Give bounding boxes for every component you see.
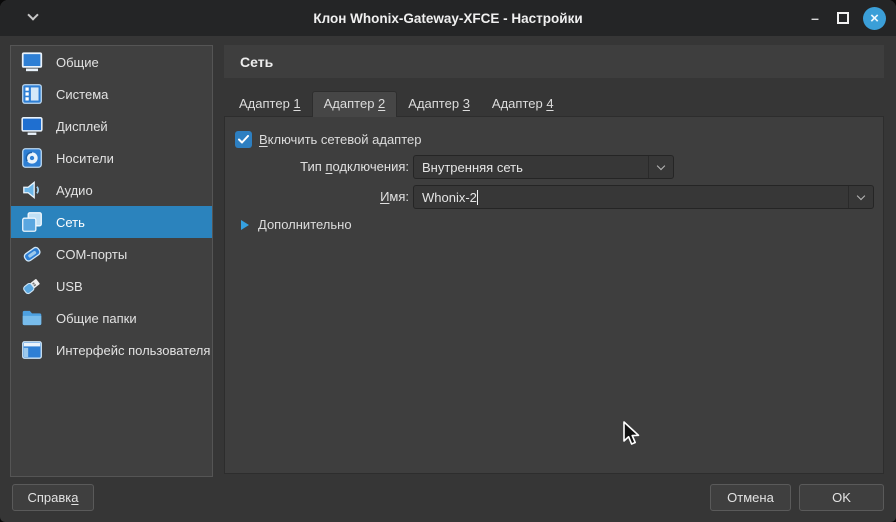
sidebar-item-general[interactable]: Общие bbox=[11, 46, 212, 78]
sidebar-item-label: Дисплей bbox=[56, 119, 108, 134]
audio-icon bbox=[20, 178, 44, 202]
attachment-type-select[interactable]: Внутренняя сеть bbox=[413, 155, 674, 179]
tab-adapter-3[interactable]: Адаптер 3 bbox=[397, 92, 481, 117]
sidebar-item-label: Носители bbox=[56, 151, 114, 166]
display-icon bbox=[20, 114, 44, 138]
sidebar-item-system[interactable]: Система bbox=[11, 78, 212, 110]
sidebar-item-label: Аудио bbox=[56, 183, 93, 198]
mouse-cursor bbox=[620, 420, 646, 448]
chevron-down-icon bbox=[857, 191, 865, 199]
checkmark-icon bbox=[238, 135, 249, 144]
system-icon bbox=[20, 82, 44, 106]
settings-category-list: Общие Система Дисплей Носители Аудио Сет… bbox=[10, 45, 213, 477]
help-button[interactable]: Справка bbox=[12, 484, 94, 511]
maximize-button[interactable] bbox=[837, 12, 849, 24]
serial-port-icon bbox=[20, 242, 44, 266]
tab-adapter-1[interactable]: Адаптер 1 bbox=[228, 92, 312, 117]
sidebar-item-label: Общие bbox=[56, 55, 99, 70]
sidebar-item-label: Интерфейс пользователя bbox=[56, 343, 210, 358]
sidebar-item-display[interactable]: Дисплей bbox=[11, 110, 212, 142]
sidebar-item-label: Общие папки bbox=[56, 311, 137, 326]
sidebar-item-network[interactable]: Сеть bbox=[11, 206, 212, 238]
sidebar-item-label: COM-порты bbox=[56, 247, 127, 262]
ok-button[interactable]: OK bbox=[799, 484, 884, 511]
sidebar-item-user-interface[interactable]: Интерфейс пользователя bbox=[11, 334, 212, 366]
usb-icon bbox=[20, 274, 44, 298]
minimize-button[interactable]: – bbox=[807, 0, 823, 36]
text-caret bbox=[477, 190, 478, 205]
attachment-type-label: Тип подключения: bbox=[233, 155, 409, 178]
storage-icon bbox=[20, 146, 44, 170]
enable-adapter-checkbox[interactable] bbox=[235, 131, 252, 148]
adapter-tabs: Адаптер 1 Адаптер 2 Адаптер 3 Адаптер 4 bbox=[228, 92, 565, 117]
network-icon bbox=[20, 210, 44, 234]
advanced-expander[interactable]: Дополнительно bbox=[241, 217, 352, 232]
page-title: Сеть bbox=[224, 45, 884, 78]
vm-settings-window: Клон Whonix-Gateway-XFCE - Настройки – ×… bbox=[0, 0, 896, 522]
close-button[interactable]: × bbox=[863, 7, 886, 30]
network-name-value: Whonix-2 bbox=[422, 190, 477, 205]
user-interface-icon bbox=[20, 338, 44, 362]
cancel-button[interactable]: Отмена bbox=[710, 484, 791, 511]
general-icon bbox=[20, 50, 44, 74]
network-name-input[interactable]: Whonix-2 bbox=[413, 185, 874, 209]
advanced-label: Дополнительно bbox=[258, 217, 352, 232]
sidebar-item-storage[interactable]: Носители bbox=[11, 142, 212, 174]
sidebar-item-shared-folders[interactable]: Общие папки bbox=[11, 302, 212, 334]
window-title: Клон Whonix-Gateway-XFCE - Настройки bbox=[0, 11, 896, 26]
sidebar-item-label: USB bbox=[56, 279, 83, 294]
dropdown-button[interactable] bbox=[648, 156, 673, 178]
tab-adapter-2[interactable]: Адаптер 2 bbox=[312, 91, 398, 117]
enable-adapter-label[interactable]: Включить сетевой адаптер bbox=[259, 132, 421, 147]
expander-arrow-icon bbox=[241, 220, 249, 230]
adapter-settings-pane: Включить сетевой адаптер Тип подключения… bbox=[224, 116, 884, 474]
network-name-label: Имя: bbox=[233, 185, 409, 208]
sidebar-item-audio[interactable]: Аудио bbox=[11, 174, 212, 206]
sidebar-item-usb[interactable]: USB bbox=[11, 270, 212, 302]
titlebar: Клон Whonix-Gateway-XFCE - Настройки – × bbox=[0, 0, 896, 36]
chevron-down-icon bbox=[657, 161, 665, 169]
folder-icon bbox=[20, 306, 44, 330]
close-icon: × bbox=[870, 11, 879, 26]
tab-adapter-4[interactable]: Адаптер 4 bbox=[481, 92, 565, 117]
sidebar-item-label: Сеть bbox=[56, 215, 85, 230]
dropdown-button[interactable] bbox=[848, 186, 873, 208]
sidebar-item-serial-ports[interactable]: COM-порты bbox=[11, 238, 212, 270]
sidebar-item-label: Система bbox=[56, 87, 108, 102]
